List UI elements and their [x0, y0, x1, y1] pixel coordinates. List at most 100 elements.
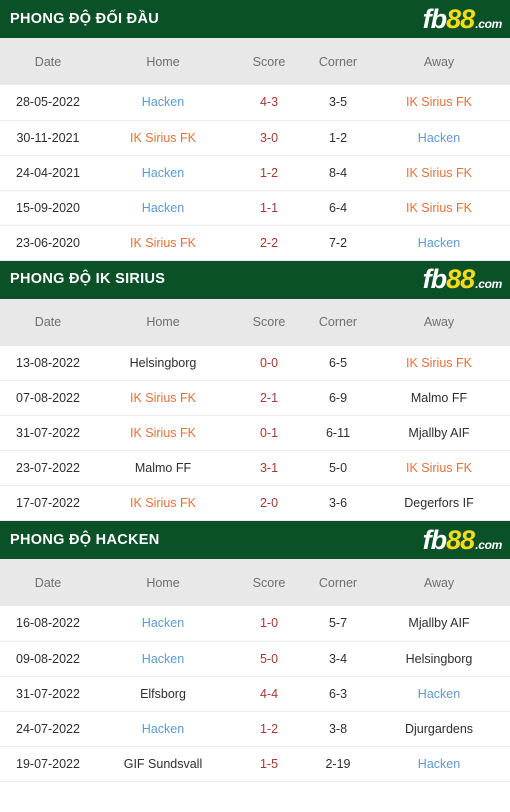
- cell-date: 16-08-2022: [16, 616, 80, 631]
- column-header-away: Away: [423, 575, 455, 590]
- cell-home[interactable]: Hacken: [96, 640, 230, 676]
- fb88-logo[interactable]: fb 88 .com: [423, 524, 503, 555]
- table-row[interactable]: 09-08-2022 Hacken 5-0 3-4 Helsingborg: [0, 640, 510, 676]
- table-row[interactable]: 28-05-2022 Hacken 4-3 3-5 IK Sirius FK: [0, 85, 510, 120]
- cell-home[interactable]: IK Sirius FK: [96, 415, 230, 451]
- match-table: Date Home Score Corner Away 28-05-2022 Hacken 4…: [0, 38, 510, 261]
- cell-away[interactable]: Malmo FF: [368, 380, 510, 416]
- cell-corner: 1-2: [308, 119, 368, 155]
- table-row[interactable]: 30-11-2021 IK Sirius FK 3-0 1-2 Hacken: [0, 119, 510, 155]
- cell-away[interactable]: IK Sirius FK: [368, 450, 510, 486]
- cell-corner: 5-0: [308, 450, 368, 486]
- table-row[interactable]: 16-08-2022 Hacken 1-0 5-7 Mjallby AIF: [0, 606, 510, 641]
- table-row[interactable]: 31-07-2022 IK Sirius FK 0-1 6-11 Mjallby AIF: [0, 415, 510, 451]
- match-table: Date Home Score Corner Away 13-08-2022 Helsing…: [0, 298, 510, 521]
- cell-home[interactable]: Hacken: [96, 85, 230, 120]
- table-header-row: Date Home Score Corner Away: [0, 38, 510, 85]
- cell-date: 24-04-2021: [0, 154, 96, 190]
- cell-corner: 3-4: [308, 640, 368, 676]
- column-header-home: Home: [146, 54, 180, 69]
- cell-home[interactable]: Malmo FF: [96, 450, 230, 486]
- cell-corner: 7-2: [308, 224, 368, 261]
- cell-date: 15-09-2020: [0, 189, 96, 225]
- cell-home[interactable]: Elfsborg: [96, 675, 230, 711]
- cell-away[interactable]: IK Sirius FK: [368, 189, 510, 225]
- cell-away[interactable]: Hacken: [368, 675, 510, 711]
- cell-away[interactable]: Hacken: [368, 745, 510, 782]
- cell-date: 31-07-2022: [0, 415, 96, 451]
- cell-corner: 6-5: [328, 355, 348, 370]
- column-header-home: Home: [146, 315, 180, 329]
- sections-container: PHONG ĐỘ ĐỐI ĐẦU fb 88 .com Date Home Score Cor…: [0, 0, 510, 782]
- cell-score: 1-1: [230, 189, 308, 225]
- cell-score: 1-5: [230, 745, 308, 782]
- cell-away[interactable]: Djurgardens: [368, 710, 510, 746]
- logo-com-text: .com: [475, 16, 502, 31]
- cell-corner: 5-7: [328, 616, 348, 631]
- column-header-corner: Corner: [318, 54, 358, 69]
- cell-corner: 6-11: [308, 415, 368, 451]
- fb88-logo[interactable]: fb 88 .com: [422, 264, 503, 294]
- cell-score: 3-1: [230, 450, 308, 486]
- cell-home[interactable]: Hacken: [96, 710, 230, 746]
- cell-home[interactable]: Hacken: [96, 154, 230, 190]
- cell-score: 0-1: [230, 415, 308, 451]
- cell-date: 07-08-2022: [0, 380, 96, 416]
- cell-home[interactable]: IK Sirius FK: [96, 485, 230, 521]
- cell-corner: 6-4: [308, 189, 368, 225]
- cell-away[interactable]: Hacken: [368, 224, 510, 261]
- cell-score: 4-4: [230, 675, 308, 711]
- table-row[interactable]: 31-07-2022 Elfsborg 4-4 6-3 Hacken: [0, 675, 510, 711]
- cell-home[interactable]: Helsingborg: [96, 346, 230, 381]
- cell-date: 09-08-2022: [0, 640, 96, 676]
- cell-away[interactable]: IK Sirius FK: [368, 85, 510, 120]
- cell-away[interactable]: Mjallby AIF: [368, 606, 510, 641]
- table-row[interactable]: 07-08-2022 IK Sirius FK 2-1 6-9 Malmo FF: [0, 380, 510, 416]
- cell-score: 5-0: [230, 640, 308, 676]
- logo-fb-text: fb: [422, 264, 448, 294]
- cell-date: 23-06-2020: [0, 224, 96, 261]
- match-section: PHONG ĐỘ ĐỐI ĐẦU fb 88 .com Date Home Score Cor…: [0, 0, 510, 261]
- logo-88-text: 88: [446, 524, 475, 555]
- cell-away[interactable]: Degerfors IF: [368, 485, 510, 521]
- cell-date: 13-08-2022: [16, 355, 80, 370]
- table-header-row: Date Home Score Corner Away: [0, 298, 510, 346]
- cell-away[interactable]: IK Sirius FK: [368, 154, 510, 190]
- table-row[interactable]: 24-07-2022 Hacken 1-2 3-8 Djurgardens: [0, 710, 510, 746]
- cell-corner: 8-4: [308, 154, 368, 190]
- cell-home[interactable]: GIF Sundsvall: [96, 745, 230, 782]
- logo-com-text: .com: [475, 277, 502, 291]
- table-row[interactable]: 17-07-2022 IK Sirius FK 2-0 3-6 Degerfors IF: [0, 485, 510, 521]
- column-header-away: Away: [423, 315, 455, 329]
- column-header-corner: Corner: [318, 575, 358, 590]
- table-row[interactable]: 23-07-2022 Malmo FF 3-1 5-0 IK Sirius FK: [0, 450, 510, 486]
- cell-away[interactable]: Helsingborg: [368, 640, 510, 676]
- cell-home[interactable]: Hacken: [96, 606, 230, 641]
- cell-home[interactable]: IK Sirius FK: [96, 119, 230, 155]
- table-row[interactable]: 23-06-2020 IK Sirius FK 2-2 7-2 Hacken: [0, 224, 510, 261]
- cell-date: 19-07-2022: [0, 745, 96, 782]
- section-title: PHONG ĐỘ HACKEN: [10, 531, 160, 548]
- cell-away[interactable]: Hacken: [368, 119, 510, 155]
- table-row[interactable]: 24-04-2021 Hacken 1-2 8-4 IK Sirius FK: [0, 154, 510, 190]
- cell-away[interactable]: IK Sirius FK: [368, 346, 510, 381]
- section-banner: PHONG ĐỘ IK SIRIUS fb 88 .com: [0, 260, 510, 299]
- cell-score: 0-0: [259, 355, 279, 370]
- cell-away[interactable]: Mjallby AIF: [368, 415, 510, 451]
- column-header-score: Score: [252, 54, 286, 69]
- table-row[interactable]: 13-08-2022 Helsingborg 0-0 6-5 IK Sirius FK: [0, 345, 510, 381]
- match-table: Date Home Score Corner Away 16-08-2022 Hacken 1…: [0, 559, 510, 782]
- logo-fb-text: fb: [422, 3, 448, 34]
- cell-date: 28-05-2022: [16, 95, 80, 110]
- cell-home[interactable]: Hacken: [96, 189, 230, 225]
- section-title: PHONG ĐỘ ĐỐI ĐẦU: [10, 10, 159, 27]
- table-row[interactable]: 19-07-2022 GIF Sundsvall 1-5 2-19 Hacken: [0, 745, 510, 782]
- column-header-date: Date: [34, 315, 62, 329]
- cell-home[interactable]: IK Sirius FK: [96, 224, 230, 261]
- cell-corner: 6-9: [308, 380, 368, 416]
- fb88-logo[interactable]: fb 88 .com: [422, 3, 503, 34]
- column-header-home: Home: [146, 575, 180, 590]
- cell-home[interactable]: IK Sirius FK: [96, 380, 230, 416]
- table-row[interactable]: 15-09-2020 Hacken 1-1 6-4 IK Sirius FK: [0, 189, 510, 225]
- cell-score: 2-2: [230, 224, 308, 261]
